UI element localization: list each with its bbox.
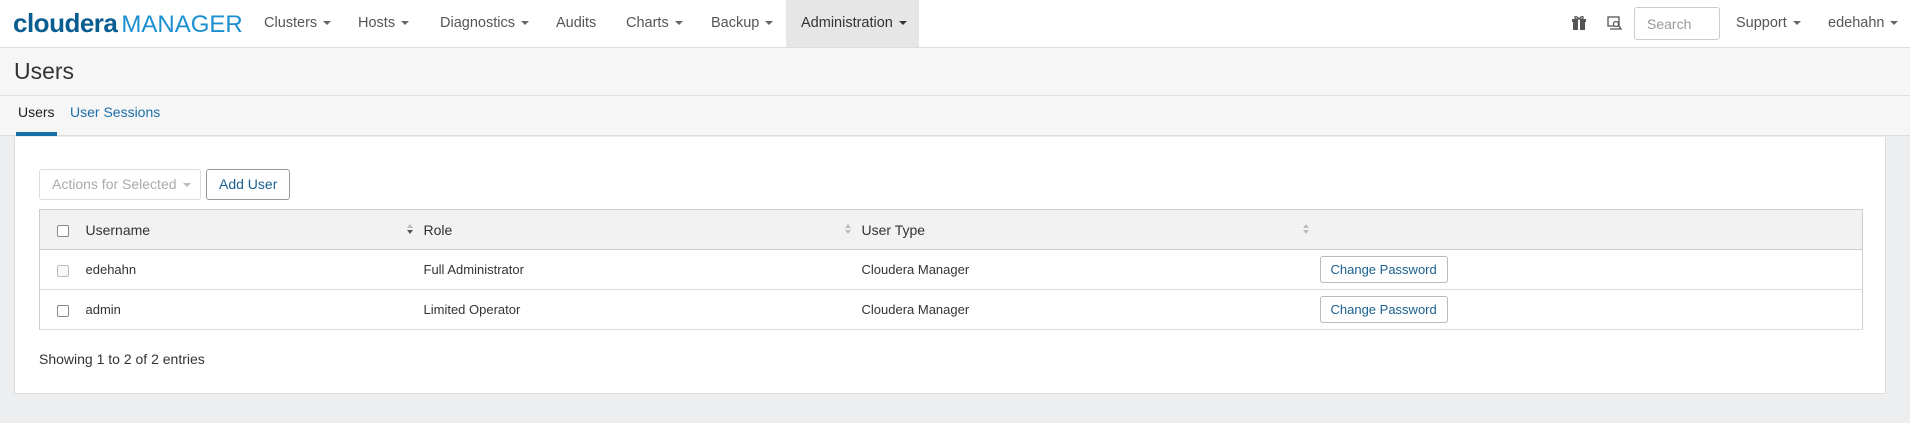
nav-user-menu[interactable]: edehahn (1813, 0, 1910, 47)
table-info: Showing 1 to 2 of 2 entries (39, 351, 205, 367)
role-cell: Full Administrator (423, 249, 862, 290)
add-user-button[interactable]: Add User (206, 169, 291, 200)
change-password-button[interactable]: Change Password (1319, 296, 1448, 323)
page-title: Users (14, 58, 75, 84)
nav-audits[interactable]: Audits (541, 0, 611, 47)
column-user-type[interactable]: User Type (861, 209, 1320, 250)
chevron-down-icon (182, 183, 191, 188)
tab-user-sessions[interactable]: User Sessions (68, 96, 162, 136)
column-username[interactable]: Username (85, 209, 424, 250)
nav-user-label: edehahn (1828, 15, 1885, 31)
column-role-label: Role (423, 221, 453, 238)
nav-diagnostics-label: Diagnostics (440, 15, 515, 31)
top-navbar: cloudera MANAGER Clusters Hosts Diagnost… (0, 0, 1910, 48)
users-panel: Actions for Selected Add User Username R… (14, 137, 1886, 394)
action-cell: Change Password (1319, 249, 1863, 290)
tab-users[interactable]: Users (16, 96, 57, 136)
parcel-icon[interactable] (1603, 12, 1625, 34)
nav-clusters-label: Clusters (264, 15, 318, 31)
chevron-down-icon (898, 21, 907, 26)
row-select-cell (39, 249, 86, 290)
tab-bar: Users User Sessions (0, 96, 1910, 136)
chevron-down-icon (323, 21, 332, 26)
action-cell: Change Password (1319, 289, 1863, 330)
nav-hosts-label: Hosts (358, 15, 396, 31)
column-username-label: Username (85, 221, 151, 238)
nav-administration[interactable]: Administration (786, 0, 919, 47)
table-row: admin Limited Operator Cloudera Manager … (39, 289, 1863, 330)
gift-icon[interactable] (1568, 12, 1590, 34)
column-actions (1319, 209, 1863, 250)
row-checkbox[interactable] (56, 304, 69, 317)
cloudera-manager-logo[interactable]: cloudera MANAGER (13, 8, 243, 40)
column-role[interactable]: Role (423, 209, 862, 250)
row-checkbox[interactable] (56, 264, 69, 277)
nav-diagnostics[interactable]: Diagnostics (425, 0, 544, 47)
chevron-down-icon (401, 21, 410, 26)
user-type-cell: Cloudera Manager (861, 289, 1320, 330)
nav-charts-label: Charts (626, 15, 669, 31)
sort-icon (1302, 224, 1310, 236)
nav-support-label: Support (1736, 15, 1787, 31)
brand-name: cloudera (13, 8, 118, 38)
role-cell: Limited Operator (423, 289, 862, 330)
nav-administration-label: Administration (801, 15, 893, 31)
nav-audits-label: Audits (556, 15, 597, 31)
brand-product: MANAGER (121, 11, 243, 38)
chevron-down-icon (674, 21, 683, 26)
search-input[interactable] (1634, 7, 1720, 40)
user-type-cell: Cloudera Manager (861, 249, 1320, 290)
page-header: Users (0, 48, 1910, 96)
username-cell: admin (85, 289, 424, 330)
table-row: edehahn Full Administrator Cloudera Mana… (39, 249, 1863, 290)
chevron-down-icon (1792, 21, 1801, 26)
chevron-down-icon (1890, 21, 1899, 26)
nav-backup-label: Backup (711, 15, 760, 31)
table-header-row: Username Role User Type (39, 209, 1863, 250)
sort-desc-icon (406, 224, 414, 236)
chevron-down-icon (520, 21, 529, 26)
nav-support[interactable]: Support (1721, 0, 1816, 47)
row-select-cell (39, 289, 86, 330)
nav-backup[interactable]: Backup (696, 0, 788, 47)
nav-charts[interactable]: Charts (611, 0, 698, 47)
change-password-button[interactable]: Change Password (1319, 256, 1448, 283)
actions-label: Actions for Selected (52, 176, 177, 192)
nav-hosts[interactable]: Hosts (343, 0, 424, 47)
actions-for-selected-button[interactable]: Actions for Selected (39, 169, 201, 200)
username-cell: edehahn (85, 249, 424, 290)
select-all-checkbox[interactable] (56, 224, 69, 237)
select-all-cell (39, 209, 86, 250)
users-table: Username Role User Type edehahn Full Adm… (39, 209, 1863, 330)
column-user-type-label: User Type (861, 221, 926, 238)
chevron-down-icon (765, 21, 774, 26)
nav-clusters[interactable]: Clusters (249, 0, 346, 47)
sort-icon (844, 224, 852, 236)
